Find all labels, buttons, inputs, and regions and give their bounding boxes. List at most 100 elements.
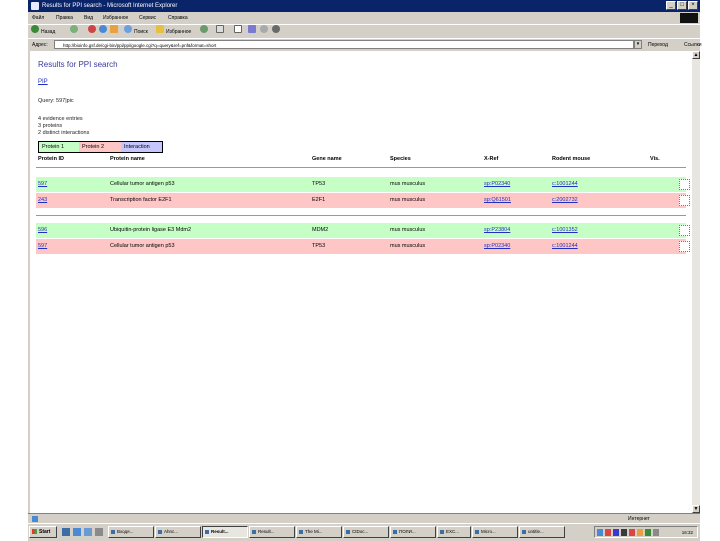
task-button[interactable]: CtDoc... [343,526,389,538]
xref-link[interactable]: sp:P02340 [484,239,510,254]
summary-interactions: 2 distinct interactions [38,130,90,136]
xref-link[interactable]: sp:Q61501 [484,193,511,208]
refresh-icon[interactable] [99,25,107,33]
protein-name: Cellular tumor antigen p53 [110,181,175,187]
menu-view[interactable]: Вид [84,12,93,24]
browser-window: Results for PPI search - Microsoft Inter… [28,0,702,541]
system-tray: 16:32 [594,526,698,538]
header-rodent: Rodent mouse [552,156,591,162]
task-button[interactable]: untitle... [519,526,565,538]
pip-link[interactable]: PIP [38,79,48,85]
summary-evidence: 4 evidence entries [38,116,83,122]
vis-icon[interactable] [679,195,690,206]
vis-icon[interactable] [679,179,690,190]
tray-antivirus-icon[interactable] [605,529,611,536]
address-input[interactable]: http://bioinfo.gsf.de/cgi-bin/ppi/ppi/go… [54,40,634,49]
tray-app-icon[interactable] [645,529,651,536]
page-title: Results for PPI search [38,60,118,69]
header-vis: Vis. [650,156,660,162]
menu-favorites[interactable]: Избранное [103,12,128,24]
forward-icon[interactable] [70,25,78,33]
protein-name: Cellular tumor antigen p53 [110,243,175,249]
rodent-link[interactable]: c:1001352 [552,223,578,238]
minimize-button[interactable]: _ [666,1,676,10]
window-title: Results for PPI search - Microsoft Inter… [42,3,178,9]
back-icon[interactable] [31,25,39,33]
header-gene-name: Gene name [312,156,342,162]
go-button[interactable]: Переход [648,39,668,51]
tray-app-icon[interactable] [637,529,643,536]
task-button[interactable]: Аhnc... [155,526,201,538]
rodent-link[interactable]: c:1001244 [552,239,578,254]
clock: 16:32 [681,530,693,535]
maximize-button[interactable]: □ [677,1,687,10]
stop-icon[interactable] [88,25,96,33]
taskbar: Start Входя... Аhnc... Result... Result.… [28,523,700,541]
home-icon[interactable] [110,25,118,33]
menu-file[interactable]: Файл [32,12,44,24]
xref-link[interactable]: sp:P02340 [484,177,510,192]
toolbar: Назад Поиск Избранное [28,24,700,39]
species: mus musculus [390,181,426,187]
scroll-up-icon[interactable]: ▲ [692,51,700,59]
tray-language-icon[interactable] [621,529,627,536]
table-row: 596 Ubiquitin-protein ligase E3 Mdm2 MDM… [36,223,690,238]
tray-app-icon[interactable] [629,529,635,536]
table-row: 597 Cellular tumor antigen p53 TP53 mus … [36,177,690,192]
history-icon[interactable] [200,25,208,33]
start-button[interactable]: Start [29,526,57,538]
protein-id-link[interactable]: 597 [38,177,47,192]
favorites-button[interactable]: Избранное [166,25,191,39]
page-viewport: Results for PPI search PIP Query: 597|pi… [30,51,692,513]
ie-icon [31,2,39,10]
rodent-link[interactable]: c:2002732 [552,193,578,208]
discuss-icon[interactable] [260,25,268,33]
messenger-icon[interactable] [272,25,280,33]
legend-interaction: Interaction [121,142,162,152]
task-button[interactable]: Входя... [108,526,154,538]
search-icon[interactable] [124,25,132,33]
task-button[interactable]: EXC... [437,526,471,538]
task-button-active[interactable]: Result... [202,526,248,538]
protein-id-link[interactable]: 243 [38,193,47,208]
edit-icon[interactable] [248,25,256,33]
vertical-scrollbar[interactable]: ▲ ▼ [692,51,700,513]
menu-bar: Файл Правка Вид Избранное Сервис Справка [28,12,700,24]
search-button[interactable]: Поиск [134,25,148,39]
address-dropdown[interactable]: ▾ [634,40,642,49]
quicklaunch-media-icon[interactable] [95,528,103,536]
table-row: 597 Cellular tumor antigen p53 TP53 mus … [36,239,690,254]
legend-protein1: Protein 1 [39,142,79,152]
rodent-link[interactable]: c:1001244 [552,177,578,192]
address-url: http://bioinfo.gsf.de/cgi-bin/ppi/ppi/go… [63,43,217,48]
close-button[interactable]: × [688,1,698,10]
tray-volume-icon[interactable] [653,529,659,536]
print-icon[interactable] [234,25,242,33]
menu-tools[interactable]: Сервис [139,12,156,24]
task-button[interactable]: ПОЛИ... [390,526,436,538]
vis-icon[interactable] [679,225,690,236]
task-button[interactable]: Micro... [472,526,518,538]
quicklaunch-outlook-icon[interactable] [73,528,81,536]
quicklaunch-ie-icon[interactable] [62,528,70,536]
scroll-down-icon[interactable]: ▼ [692,505,700,513]
task-button[interactable]: Result... [249,526,295,538]
protein-id-link[interactable]: 596 [38,223,47,238]
tray-keyboard-icon[interactable] [613,529,619,536]
address-bar: Адрес: http://bioinfo.gsf.de/cgi-bin/ppi… [28,38,702,51]
address-label: Адрес: [32,42,48,48]
vis-icon[interactable] [679,241,690,252]
favorites-icon[interactable] [156,25,164,33]
menu-help[interactable]: Справка [168,12,188,24]
quicklaunch-desktop-icon[interactable] [84,528,92,536]
mail-icon[interactable] [216,25,224,33]
header-species: Species [390,156,411,162]
links-button[interactable]: Ссылки [684,39,702,51]
gene-name: TP53 [312,243,326,249]
protein-id-link[interactable]: 597 [38,239,47,254]
task-button[interactable]: The Mi... [296,526,342,538]
tray-network-icon[interactable] [597,529,603,536]
back-button[interactable]: Назад [41,25,55,39]
menu-edit[interactable]: Правка [56,12,73,24]
xref-link[interactable]: sp:P23804 [484,223,510,238]
